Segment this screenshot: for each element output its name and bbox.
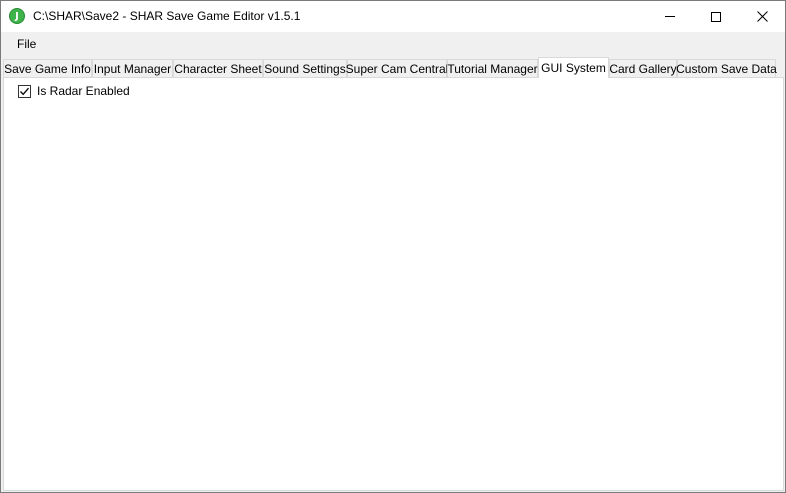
close-icon [756, 11, 768, 22]
tab-strip: Save Game Info Input Manager Character S… [3, 57, 783, 78]
minimize-button[interactable] [647, 1, 693, 32]
close-button[interactable] [739, 1, 785, 32]
maximize-icon [711, 11, 721, 22]
gui-system-panel: Is Radar Enabled [3, 77, 784, 491]
minimize-icon [665, 16, 675, 17]
menu-bar: File [1, 32, 785, 55]
menu-file[interactable]: File [9, 34, 44, 53]
tab-custom-save-data[interactable]: Custom Save Data [676, 59, 777, 78]
title-bar[interactable]: J C:\SHAR\Save2 - SHAR Save Game Editor … [1, 1, 785, 32]
checkmark-icon [20, 87, 29, 95]
tab-tutorial-manager[interactable]: Tutorial Manager [447, 59, 538, 78]
tab-character-sheet[interactable]: Character Sheet [173, 59, 263, 78]
radar-enabled-label[interactable]: Is Radar Enabled [37, 84, 130, 98]
tab-super-cam-central[interactable]: Super Cam Central [346, 59, 448, 78]
tab-sound-settings[interactable]: Sound Settings [263, 59, 347, 78]
radar-enabled-checkbox[interactable] [18, 84, 31, 98]
app-icon[interactable]: J [9, 8, 25, 24]
tab-card-gallery[interactable]: Card Gallery [609, 59, 677, 78]
window-title: C:\SHAR\Save2 - SHAR Save Game Editor v1… [33, 9, 301, 23]
app-window: J C:\SHAR\Save2 - SHAR Save Game Editor … [0, 0, 786, 493]
maximize-button[interactable] [693, 1, 739, 32]
tab-gui-system[interactable]: GUI System [538, 57, 609, 78]
tab-save-game-info[interactable]: Save Game Info [3, 59, 92, 78]
radar-enabled-row[interactable]: Is Radar Enabled [18, 84, 130, 98]
tab-input-manager[interactable]: Input Manager [92, 59, 173, 78]
